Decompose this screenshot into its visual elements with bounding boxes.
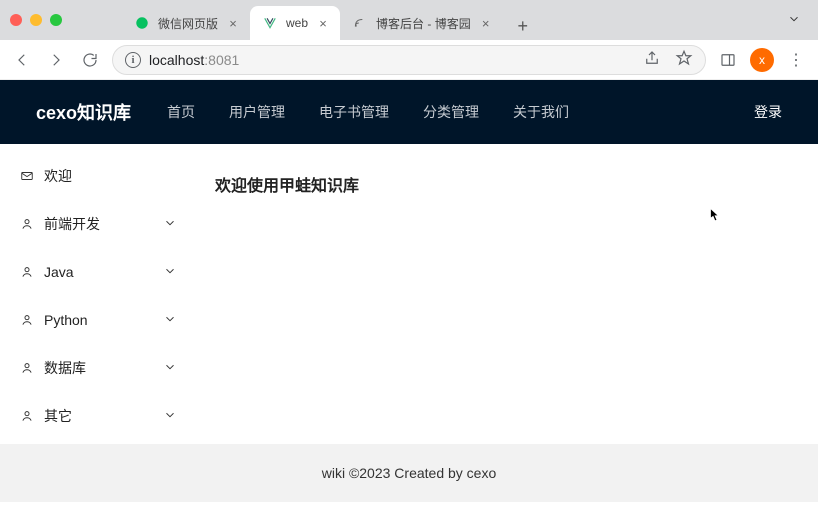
close-tab-icon[interactable]: × <box>479 16 493 31</box>
nav-home[interactable]: 首页 <box>167 102 195 122</box>
sidebar-item-database[interactable]: 数据库 <box>0 344 195 392</box>
site-info-icon[interactable] <box>125 52 141 68</box>
sidebar-item-label: 欢迎 <box>44 166 177 186</box>
sidebar-item-welcome[interactable]: 欢迎 <box>0 152 195 200</box>
close-tab-icon[interactable]: × <box>226 16 240 31</box>
url-port: :8081 <box>204 52 239 68</box>
sidebar: 欢迎 前端开发 Java Python 数据库 其它 <box>0 144 195 444</box>
sidebar-item-label: Python <box>44 312 153 328</box>
chevron-down-icon <box>163 216 177 233</box>
back-button[interactable] <box>10 48 34 72</box>
browser-toolbar: localhost:8081 x ⋮ <box>0 40 818 80</box>
sidebar-item-label: 前端开发 <box>44 214 153 234</box>
login-link[interactable]: 登录 <box>754 102 782 122</box>
sidebar-item-label: Java <box>44 264 153 280</box>
bookmark-icon[interactable] <box>675 49 693 70</box>
brand-title[interactable]: cexo知识库 <box>36 99 131 125</box>
browser-menu-button[interactable]: ⋮ <box>784 48 808 72</box>
new-tab-button[interactable]: + <box>509 12 537 40</box>
wechat-icon <box>134 15 150 31</box>
cnblogs-icon <box>352 15 368 31</box>
tab-overflow-button[interactable] <box>780 12 808 29</box>
app-footer: wiki ©2023 Created by cexo <box>0 444 818 502</box>
chevron-down-icon <box>163 264 177 281</box>
window-controls <box>10 14 62 26</box>
url-host: localhost <box>149 52 204 68</box>
user-icon <box>20 409 34 423</box>
address-bar[interactable]: localhost:8081 <box>112 45 706 75</box>
profile-avatar[interactable]: x <box>750 48 774 72</box>
browser-tabs: 微信网页版 × web × 博客后台 - 博客园 × + <box>122 0 537 40</box>
nav-ebooks[interactable]: 电子书管理 <box>319 102 389 122</box>
reload-button[interactable] <box>78 48 102 72</box>
browser-titlebar: 微信网页版 × web × 博客后台 - 博客园 × + <box>0 0 818 40</box>
user-icon <box>20 217 34 231</box>
sidebar-item-label: 数据库 <box>44 358 153 378</box>
sidebar-item-frontend[interactable]: 前端开发 <box>0 200 195 248</box>
welcome-heading: 欢迎使用甲蛙知识库 <box>215 172 798 196</box>
user-icon <box>20 361 34 375</box>
forward-button[interactable] <box>44 48 68 72</box>
app-content: 欢迎 前端开发 Java Python 数据库 其它 欢迎使用甲蛙知识 <box>0 144 818 444</box>
sidebar-item-python[interactable]: Python <box>0 296 195 344</box>
footer-text: wiki ©2023 Created by cexo <box>322 465 497 481</box>
chevron-down-icon <box>163 408 177 425</box>
tab-label: web <box>286 16 308 30</box>
main-panel: 欢迎使用甲蛙知识库 <box>195 144 818 444</box>
sidebar-item-label: 其它 <box>44 406 153 426</box>
user-icon <box>20 313 34 327</box>
minimize-window-button[interactable] <box>30 14 42 26</box>
tab-label: 微信网页版 <box>158 15 218 32</box>
close-tab-icon[interactable]: × <box>316 16 330 31</box>
panel-icon[interactable] <box>716 48 740 72</box>
browser-tab-web[interactable]: web × <box>250 6 340 40</box>
sidebar-item-other[interactable]: 其它 <box>0 392 195 440</box>
nav-categories[interactable]: 分类管理 <box>423 102 479 122</box>
user-icon <box>20 265 34 279</box>
sidebar-item-java[interactable]: Java <box>0 248 195 296</box>
nav-users[interactable]: 用户管理 <box>229 102 285 122</box>
browser-tab-cnblogs[interactable]: 博客后台 - 博客园 × <box>340 6 503 40</box>
share-icon[interactable] <box>643 49 661 70</box>
tab-label: 博客后台 - 博客园 <box>376 15 471 32</box>
browser-tab-wechat[interactable]: 微信网页版 × <box>122 6 250 40</box>
vue-icon <box>262 15 278 31</box>
maximize-window-button[interactable] <box>50 14 62 26</box>
nav-about[interactable]: 关于我们 <box>513 102 569 122</box>
chevron-down-icon <box>163 360 177 377</box>
chevron-down-icon <box>163 312 177 329</box>
main-nav: 首页 用户管理 电子书管理 分类管理 关于我们 <box>167 102 569 122</box>
mail-icon <box>20 169 34 183</box>
close-window-button[interactable] <box>10 14 22 26</box>
app-header: cexo知识库 首页 用户管理 电子书管理 分类管理 关于我们 登录 <box>0 80 818 144</box>
